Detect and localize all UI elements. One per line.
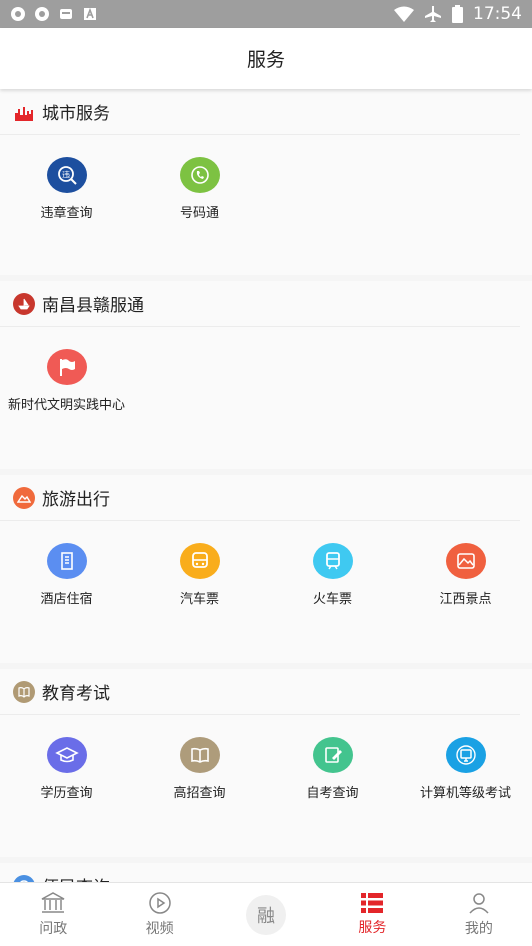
font-a-icon — [84, 7, 96, 20]
section-title: 城市服务 — [42, 104, 110, 124]
wifi-icon — [394, 6, 414, 22]
tab-rong-center[interactable]: 融 — [213, 883, 319, 946]
services-content[interactable]: 城市服务 违 违章查询 号码通 南昌县赣服通 新时代文明实践中心 旅游出行 酒店… — [0, 89, 532, 882]
ship-icon — [13, 292, 35, 315]
info-icon — [13, 874, 35, 882]
section-header: 旅游出行 — [0, 475, 520, 521]
tab-wenzheng[interactable]: 问政 — [0, 883, 106, 946]
airplane-icon — [425, 6, 441, 22]
service-item-self-exam[interactable]: 自考查询 — [266, 737, 399, 801]
phone-icon — [179, 157, 220, 193]
scenic-spot-icon — [445, 543, 486, 579]
tab-label: 视频 — [145, 921, 174, 937]
service-label: 江西景点 — [439, 592, 492, 607]
section-nanchang-ganfutong: 南昌县赣服通 新时代文明实践中心 — [0, 281, 532, 469]
train-icon — [312, 543, 353, 579]
page-header: 服务 — [0, 28, 532, 89]
government-building-icon — [41, 892, 65, 913]
status-time: 17:54 — [473, 4, 522, 24]
section-title: 教育考试 — [42, 684, 110, 704]
tab-mine[interactable]: 我的 — [426, 883, 532, 946]
service-item-jiangxi-scenic[interactable]: 江西景点 — [399, 543, 532, 607]
service-label: 酒店住宿 — [40, 592, 93, 607]
section-header: 教育考试 — [0, 669, 520, 715]
service-list-icon — [361, 893, 384, 913]
service-item-hotel[interactable]: 酒店住宿 — [0, 543, 133, 607]
service-label: 违章查询 — [40, 206, 93, 221]
service-label: 火车票 — [312, 592, 352, 607]
page-title: 服务 — [246, 49, 285, 71]
service-label: 计算机等级考试 — [419, 786, 511, 801]
service-item-violation-query[interactable]: 违 违章查询 — [0, 157, 133, 221]
section-title: 南昌县赣服通 — [42, 296, 144, 316]
svg-text:违: 违 — [62, 171, 70, 180]
play-circle-icon — [148, 892, 171, 914]
service-item-phone-number[interactable]: 号码通 — [133, 157, 266, 221]
service-label: 汽车票 — [179, 592, 219, 607]
tab-label: 服务 — [358, 920, 387, 936]
sim-icon — [60, 9, 72, 19]
status-bar: 17:54 — [0, 0, 532, 28]
service-label: 学历查询 — [40, 786, 93, 801]
service-grid: 酒店住宿 汽车票 火车票 江西景点 — [0, 521, 532, 607]
graduation-cap-icon — [46, 737, 87, 773]
city-skyline-icon — [15, 106, 33, 121]
service-label: 号码通 — [179, 206, 219, 221]
bottom-tab-bar: 问政 视频 融 服务 我的 — [0, 882, 532, 946]
section-convenience-query: 便民查询 — [0, 863, 532, 882]
section-title: 旅游出行 — [42, 490, 110, 510]
service-label: 自考查询 — [306, 786, 359, 801]
status-left-icons — [10, 6, 98, 22]
tab-services[interactable]: 服务 — [319, 883, 425, 946]
book-icon — [13, 680, 35, 703]
service-grid: 新时代文明实践中心 — [0, 327, 532, 413]
flag-icon — [46, 349, 87, 385]
section-education-exams: 教育考试 学历查询 高招查询 自考查询 计算机等级考试 — [0, 669, 532, 857]
open-book-icon — [179, 737, 220, 773]
settings-gear-icon — [35, 7, 49, 21]
violation-query-icon: 违 — [46, 157, 87, 193]
settings-gear-icon — [11, 7, 25, 21]
service-label: 高招查询 — [173, 786, 226, 801]
service-grid: 违 违章查询 号码通 — [0, 135, 532, 221]
service-item-degree-query[interactable]: 学历查询 — [0, 737, 133, 801]
tab-video[interactable]: 视频 — [106, 883, 212, 946]
status-right: 17:54 — [394, 4, 522, 24]
service-item-train-ticket[interactable]: 火车票 — [266, 543, 399, 607]
bus-icon — [179, 543, 220, 579]
section-header: 便民查询 — [0, 863, 520, 882]
service-item-bus-ticket[interactable]: 汽车票 — [133, 543, 266, 607]
computer-icon — [445, 737, 486, 773]
battery-icon — [452, 5, 463, 23]
section-title: 便民查询 — [42, 873, 110, 882]
mountain-icon — [13, 486, 35, 509]
service-item-civilization-center[interactable]: 新时代文明实践中心 — [0, 349, 133, 413]
rong-center-icon: 融 — [246, 894, 287, 935]
section-header: 城市服务 — [0, 89, 520, 135]
section-city-services: 城市服务 违 违章查询 号码通 — [0, 89, 532, 275]
tab-label: 问政 — [39, 921, 68, 937]
service-label: 新时代文明实践中心 — [7, 398, 125, 413]
tab-label: 我的 — [464, 921, 493, 937]
service-item-college-admission[interactable]: 高招查询 — [133, 737, 266, 801]
section-travel: 旅游出行 酒店住宿 汽车票 火车票 江西景点 — [0, 475, 532, 663]
service-item-computer-exam[interactable]: 计算机等级考试 — [399, 737, 532, 801]
service-grid: 学历查询 高招查询 自考查询 计算机等级考试 — [0, 715, 532, 801]
user-icon — [469, 893, 489, 914]
rong-text: 融 — [257, 905, 276, 927]
edit-note-icon — [312, 737, 353, 773]
section-header: 南昌县赣服通 — [0, 281, 520, 327]
hotel-icon — [46, 543, 87, 579]
